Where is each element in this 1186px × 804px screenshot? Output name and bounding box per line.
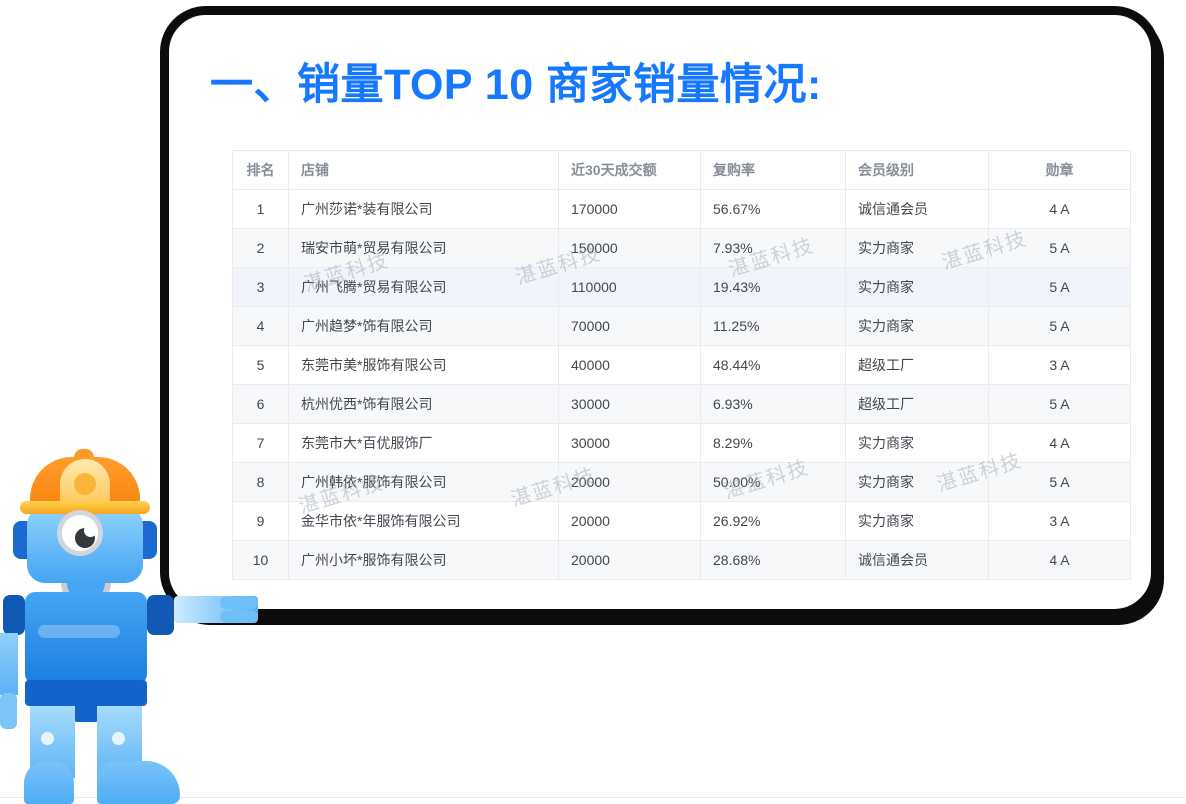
cell-repurchase: 11.25% (701, 307, 846, 346)
cell-gmv: 20000 (559, 463, 701, 502)
table-row[interactable]: 1广州莎诺*装有限公司17000056.67%诚信通会员4 A (233, 190, 1131, 229)
cell-medal: 5 A (989, 307, 1131, 346)
sales-top10-table: 排名店铺近30天成交额复购率会员级别勋章 1广州莎诺*装有限公司17000056… (232, 150, 1131, 580)
robot-hip-center (72, 704, 100, 722)
cell-medal: 5 A (989, 463, 1131, 502)
robot-finger-bottom (220, 611, 258, 623)
cell-medal: 5 A (989, 385, 1131, 424)
cell-level: 实力商家 (846, 268, 989, 307)
table-row[interactable]: 8广州韩依*服饰有限公司2000050.00%实力商家5 A (233, 463, 1131, 502)
cell-repurchase: 8.29% (701, 424, 846, 463)
column-header-medal: 勋章 (989, 151, 1131, 190)
cell-shop: 金华市依*年服饰有限公司 (289, 502, 559, 541)
table-header: 排名店铺近30天成交额复购率会员级别勋章 (233, 151, 1131, 190)
column-header-repurchase: 复购率 (701, 151, 846, 190)
cell-shop: 广州小坏*服饰有限公司 (289, 541, 559, 580)
robot-shoulder-right (147, 595, 174, 635)
cell-gmv: 30000 (559, 385, 701, 424)
table-row[interactable]: 2瑞安市萌*贸易有限公司1500007.93%实力商家5 A (233, 229, 1131, 268)
cell-rank: 5 (233, 346, 289, 385)
cell-shop: 广州莎诺*装有限公司 (289, 190, 559, 229)
table-header-row: 排名店铺近30天成交额复购率会员级别勋章 (233, 151, 1131, 190)
table-row[interactable]: 7东莞市大*百优服饰厂300008.29%实力商家4 A (233, 424, 1131, 463)
column-header-gmv: 近30天成交额 (559, 151, 701, 190)
cell-rank: 1 (233, 190, 289, 229)
cell-rank: 4 (233, 307, 289, 346)
column-header-level: 会员级别 (846, 151, 989, 190)
cell-gmv: 20000 (559, 541, 701, 580)
cell-gmv: 170000 (559, 190, 701, 229)
cell-level: 超级工厂 (846, 385, 989, 424)
robot-mascot-icon (0, 445, 266, 804)
robot-knee-right (112, 732, 125, 745)
cell-level: 实力商家 (846, 424, 989, 463)
cell-rank: 6 (233, 385, 289, 424)
cell-level: 诚信通会员 (846, 190, 989, 229)
table-row[interactable]: 4广州趋梦*饰有限公司7000011.25%实力商家5 A (233, 307, 1131, 346)
cell-medal: 4 A (989, 541, 1131, 580)
robot-torso (25, 592, 147, 684)
cell-shop: 广州韩依*服饰有限公司 (289, 463, 559, 502)
column-header-rank: 排名 (233, 151, 289, 190)
cell-repurchase: 28.68% (701, 541, 846, 580)
cell-shop: 东莞市大*百优服饰厂 (289, 424, 559, 463)
robot-boot-left (24, 761, 74, 804)
column-header-shop: 店铺 (289, 151, 559, 190)
cell-medal: 3 A (989, 502, 1131, 541)
cell-level: 诚信通会员 (846, 541, 989, 580)
robot-hand-left (0, 693, 17, 729)
robot-pupil-glint (84, 524, 97, 537)
cell-gmv: 70000 (559, 307, 701, 346)
table-row[interactable]: 6杭州优西*饰有限公司300006.93%超级工厂5 A (233, 385, 1131, 424)
cell-shop: 瑞安市萌*贸易有限公司 (289, 229, 559, 268)
robot-hips (25, 680, 147, 706)
robot-shoulder-left (3, 595, 25, 635)
cell-gmv: 150000 (559, 229, 701, 268)
cell-repurchase: 7.93% (701, 229, 846, 268)
cell-medal: 3 A (989, 346, 1131, 385)
cell-level: 实力商家 (846, 463, 989, 502)
cell-gmv: 40000 (559, 346, 701, 385)
cell-level: 实力商家 (846, 502, 989, 541)
cell-medal: 4 A (989, 424, 1131, 463)
robot-boot-right (97, 761, 180, 804)
robot-chest-stripe (38, 625, 120, 638)
cell-rank: 2 (233, 229, 289, 268)
cell-gmv: 30000 (559, 424, 701, 463)
robot-finger-top (220, 597, 258, 609)
table-row[interactable]: 10广州小坏*服饰有限公司2000028.68%诚信通会员4 A (233, 541, 1131, 580)
cell-shop: 东莞市美*服饰有限公司 (289, 346, 559, 385)
robot-knee-left (41, 732, 54, 745)
cell-rank: 3 (233, 268, 289, 307)
cell-level: 实力商家 (846, 307, 989, 346)
robot-ear-right (142, 521, 157, 559)
cell-gmv: 20000 (559, 502, 701, 541)
cell-shop: 杭州优西*饰有限公司 (289, 385, 559, 424)
cell-repurchase: 26.92% (701, 502, 846, 541)
robot-hat-dot (74, 473, 96, 495)
cell-repurchase: 6.93% (701, 385, 846, 424)
cell-repurchase: 19.43% (701, 268, 846, 307)
robot-arm-left (0, 633, 18, 695)
robot-ear-left (13, 521, 28, 559)
cell-gmv: 110000 (559, 268, 701, 307)
cell-medal: 5 A (989, 268, 1131, 307)
cell-shop: 广州趋梦*饰有限公司 (289, 307, 559, 346)
table-row[interactable]: 9金华市依*年服饰有限公司2000026.92%实力商家3 A (233, 502, 1131, 541)
table-row[interactable]: 3广州飞腾*贸易有限公司11000019.43%实力商家5 A (233, 268, 1131, 307)
page: 一、销量TOP 10 商家销量情况: 排名店铺近30天成交额复购率会员级别勋章 … (0, 0, 1186, 804)
cell-level: 超级工厂 (846, 346, 989, 385)
section-title: 一、销量TOP 10 商家销量情况: (210, 50, 822, 112)
cell-repurchase: 48.44% (701, 346, 846, 385)
cell-shop: 广州飞腾*贸易有限公司 (289, 268, 559, 307)
cell-repurchase: 56.67% (701, 190, 846, 229)
cell-medal: 4 A (989, 190, 1131, 229)
cell-repurchase: 50.00% (701, 463, 846, 502)
cell-level: 实力商家 (846, 229, 989, 268)
cell-medal: 5 A (989, 229, 1131, 268)
table-row[interactable]: 5东莞市美*服饰有限公司4000048.44%超级工厂3 A (233, 346, 1131, 385)
